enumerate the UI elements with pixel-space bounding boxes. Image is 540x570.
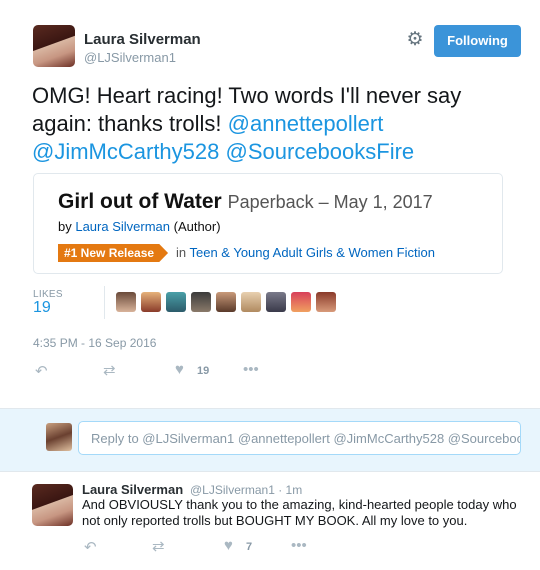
liker-avatar[interactable] [291, 292, 311, 312]
divider [104, 286, 105, 319]
reply-icon[interactable]: ↶ [35, 362, 48, 380]
book-format: Paperback – May 1, 2017 [227, 192, 433, 212]
tweet-timestamp[interactable]: 4:35 PM - 16 Sep 2016 [33, 336, 156, 350]
by-prefix: by [58, 219, 76, 234]
retweet-icon[interactable]: ⇄ [152, 537, 165, 555]
mention-link[interactable]: @SourcebooksFire [226, 139, 415, 164]
mention-link[interactable]: @JimMcCarthy528 [32, 139, 219, 164]
author-handle[interactable]: @LJSilverman1 [84, 50, 176, 65]
liker-avatar[interactable] [266, 292, 286, 312]
author-avatar[interactable] [33, 25, 75, 67]
reply-author-handle[interactable]: @LJSilverman1 · 1m [190, 483, 302, 497]
author-link[interactable]: Laura Silverman [75, 219, 170, 234]
current-user-avatar [46, 423, 72, 451]
heart-icon[interactable]: ♥ [175, 361, 184, 378]
category-link[interactable]: Teen & Young Adult Girls & Women Fiction [190, 245, 435, 260]
more-icon[interactable]: ••• [243, 361, 259, 378]
liker-avatar[interactable] [316, 292, 336, 312]
category-line: in Teen & Young Adult Girls & Women Fict… [176, 245, 435, 260]
card-author-line: by Laura Silverman (Author) [58, 219, 221, 234]
new-release-badge: #1 New Release [58, 244, 169, 262]
reply-like-count[interactable]: 7 [246, 541, 252, 553]
likes-count[interactable]: 19 [33, 299, 51, 317]
liker-avatar[interactable] [116, 292, 136, 312]
retweet-icon[interactable]: ⇄ [103, 361, 116, 379]
mention-link[interactable]: @annettepollert [228, 111, 384, 136]
liker-avatar[interactable] [191, 292, 211, 312]
liker-avatar[interactable] [241, 292, 261, 312]
reply-area: Reply to @LJSilverman1 @annettepollert @… [0, 408, 540, 472]
following-button[interactable]: Following [434, 25, 521, 57]
gear-icon[interactable]: ⚙ [405, 30, 425, 50]
liker-avatar[interactable] [141, 292, 161, 312]
like-count[interactable]: 19 [197, 365, 209, 377]
reply-author-name[interactable]: Laura Silverman [82, 482, 183, 497]
reply-icon[interactable]: ↶ [84, 538, 97, 556]
link-card[interactable]: Girl out of Water Paperback – May 1, 201… [33, 173, 503, 274]
heart-icon[interactable]: ♥ [224, 537, 233, 554]
card-title: Girl out of Water Paperback – May 1, 201… [58, 190, 433, 214]
author-role: (Author) [170, 219, 221, 234]
reply-tweet-text: And OBVIOUSLY thank you to the amazing, … [82, 497, 517, 528]
book-title: Girl out of Water [58, 190, 222, 213]
author-name[interactable]: Laura Silverman [84, 31, 201, 48]
reply-input[interactable]: Reply to @LJSilverman1 @annettepollert @… [78, 421, 521, 455]
more-icon[interactable]: ••• [291, 537, 307, 554]
in-prefix: in [176, 245, 190, 260]
reply-author-avatar[interactable] [32, 484, 73, 526]
tweet-text: OMG! Heart racing! Two words I'll never … [32, 82, 512, 166]
liker-avatar[interactable] [216, 292, 236, 312]
liker-avatar[interactable] [166, 292, 186, 312]
